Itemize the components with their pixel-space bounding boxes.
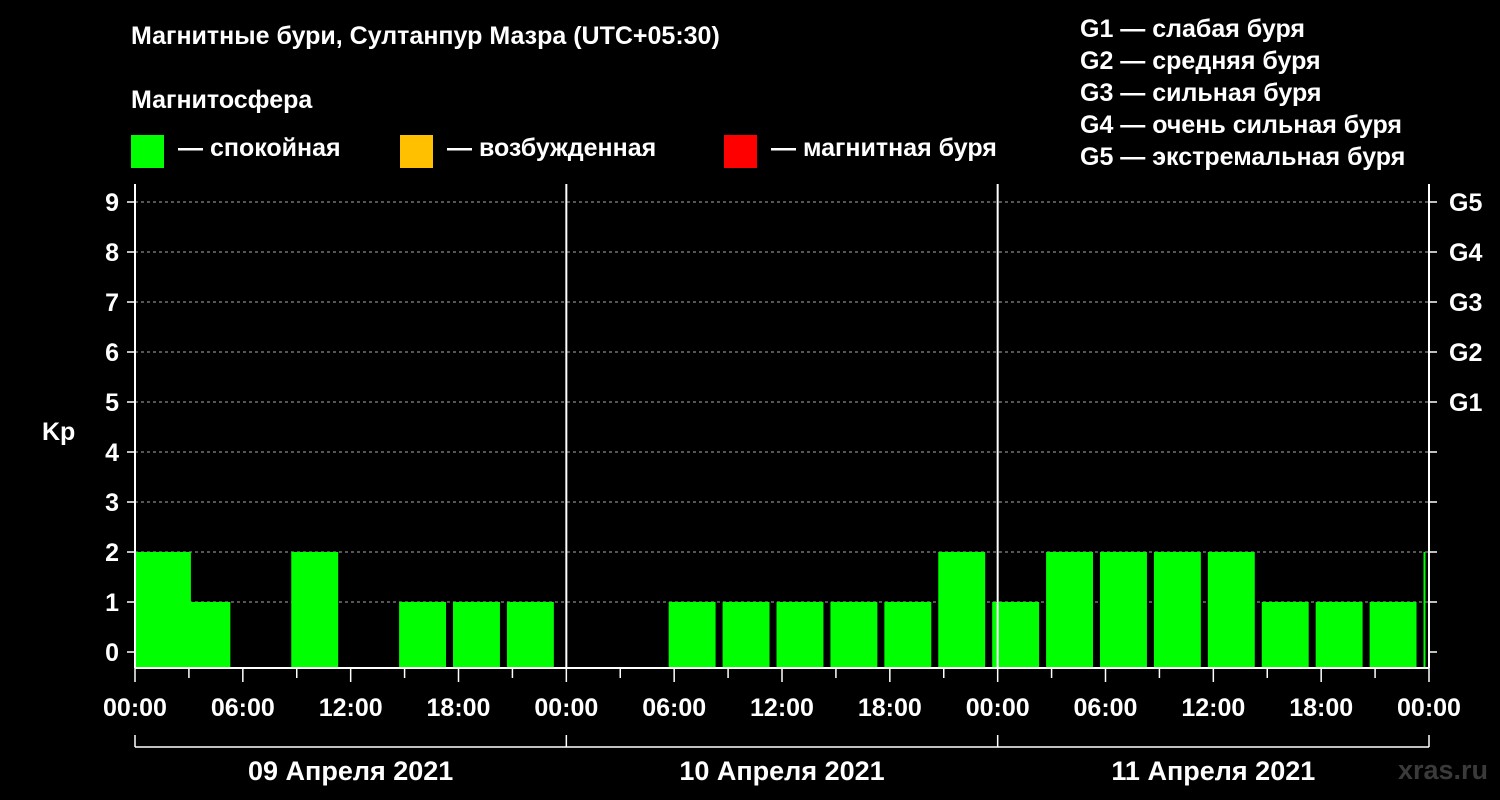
y-tick-label: 8 xyxy=(105,239,119,267)
x-tick-label: 18:00 xyxy=(858,694,922,722)
x-tick-label: 12:00 xyxy=(750,694,814,722)
kp-bar xyxy=(1153,552,1201,669)
kp-bar xyxy=(992,602,1040,669)
kp-bar xyxy=(1046,552,1094,669)
y-tick-label: 0 xyxy=(105,639,119,667)
kp-bar xyxy=(135,552,191,669)
y-tick-label: 1 xyxy=(105,589,119,617)
kp-bar xyxy=(1100,552,1147,669)
kp-bar xyxy=(291,552,339,669)
g-scale-tick-label: G5 xyxy=(1449,189,1482,217)
g-scale-tick-label: G1 xyxy=(1449,389,1482,417)
kp-bar xyxy=(1315,602,1363,669)
g-scale-tick-label: G2 xyxy=(1449,339,1482,367)
g-scale-tick-label: G4 xyxy=(1449,239,1482,267)
kp-bar xyxy=(506,602,554,669)
y-tick-label: 3 xyxy=(105,489,119,517)
y-axis-label: Kp xyxy=(42,418,75,446)
y-tick-label: 7 xyxy=(105,289,119,317)
x-tick-label: 18:00 xyxy=(427,694,491,722)
y-tick-label: 2 xyxy=(105,539,119,567)
kp-bar xyxy=(884,602,932,669)
kp-bar xyxy=(399,602,447,669)
kp-bar xyxy=(1369,602,1417,669)
kp-bar xyxy=(722,602,770,669)
x-tick-label: 18:00 xyxy=(1289,694,1353,722)
x-tick-label: 00:00 xyxy=(534,694,598,722)
kp-bar xyxy=(1207,552,1255,669)
site-watermark: xras.ru xyxy=(1397,755,1488,785)
day-label: 11 Апреля 2021 xyxy=(1111,756,1315,786)
kp-bar xyxy=(1423,552,1426,669)
kp-bar xyxy=(938,552,986,669)
x-tick-label: 06:00 xyxy=(1074,694,1138,722)
g-scale-tick-label: G3 xyxy=(1449,289,1482,317)
kp-chart: 0 1 2 3 4 5 6 7 8 9 G1 G2 G3 G4 G5 Kp 00:00 06:00 12:00 18:… xyxy=(42,184,1482,786)
kp-bar xyxy=(1261,602,1309,669)
x-tick-label: 00:00 xyxy=(103,694,167,722)
x-tick-label: 00:00 xyxy=(966,694,1030,722)
kp-bar xyxy=(776,602,824,669)
y-tick-label: 9 xyxy=(105,189,119,217)
day-label: 09 Апреля 2021 xyxy=(248,756,453,786)
kp-bar xyxy=(183,602,231,669)
x-tick-label: 06:00 xyxy=(211,694,275,722)
day-label: 10 Апреля 2021 xyxy=(679,756,884,786)
y-tick-label: 4 xyxy=(105,439,119,467)
x-tick-label: 06:00 xyxy=(642,694,706,722)
y-tick-label: 5 xyxy=(105,389,119,417)
kp-bar xyxy=(830,602,878,669)
kp-bar xyxy=(453,602,500,669)
x-tick-label: 12:00 xyxy=(319,694,383,722)
x-tick-label: 12:00 xyxy=(1181,694,1245,722)
y-tick-label: 6 xyxy=(105,339,119,367)
kp-bar xyxy=(668,602,716,669)
x-tick-label: 00:00 xyxy=(1397,694,1461,722)
